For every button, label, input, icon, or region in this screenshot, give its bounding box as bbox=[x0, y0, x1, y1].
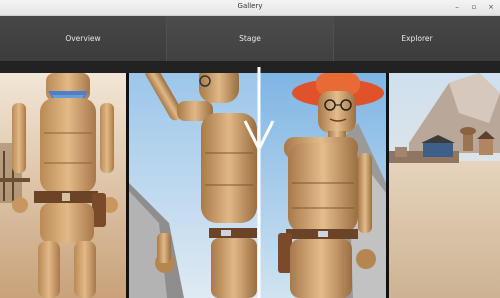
tab-overview[interactable]: Overview bbox=[0, 16, 167, 61]
view-tabbar: Overview Stage Explorer bbox=[0, 16, 500, 61]
stage-top-bar bbox=[0, 61, 500, 73]
window-controls: – ▫ × bbox=[452, 2, 496, 12]
close-button[interactable]: × bbox=[486, 2, 496, 12]
tab-stage[interactable]: Stage bbox=[167, 16, 334, 61]
window-titlebar: Gallery – ▫ × bbox=[0, 0, 500, 16]
gallery-image-2[interactable] bbox=[129, 73, 258, 298]
gallery-image-4[interactable] bbox=[389, 73, 500, 298]
tab-explorer[interactable]: Explorer bbox=[334, 16, 500, 61]
window-title: Gallery bbox=[237, 2, 263, 10]
image-stage[interactable] bbox=[0, 73, 500, 298]
maximize-button[interactable]: ▫ bbox=[469, 2, 479, 12]
gallery-image-3[interactable] bbox=[258, 73, 386, 298]
minimize-button[interactable]: – bbox=[452, 2, 462, 12]
gallery-image-1[interactable] bbox=[0, 73, 126, 298]
